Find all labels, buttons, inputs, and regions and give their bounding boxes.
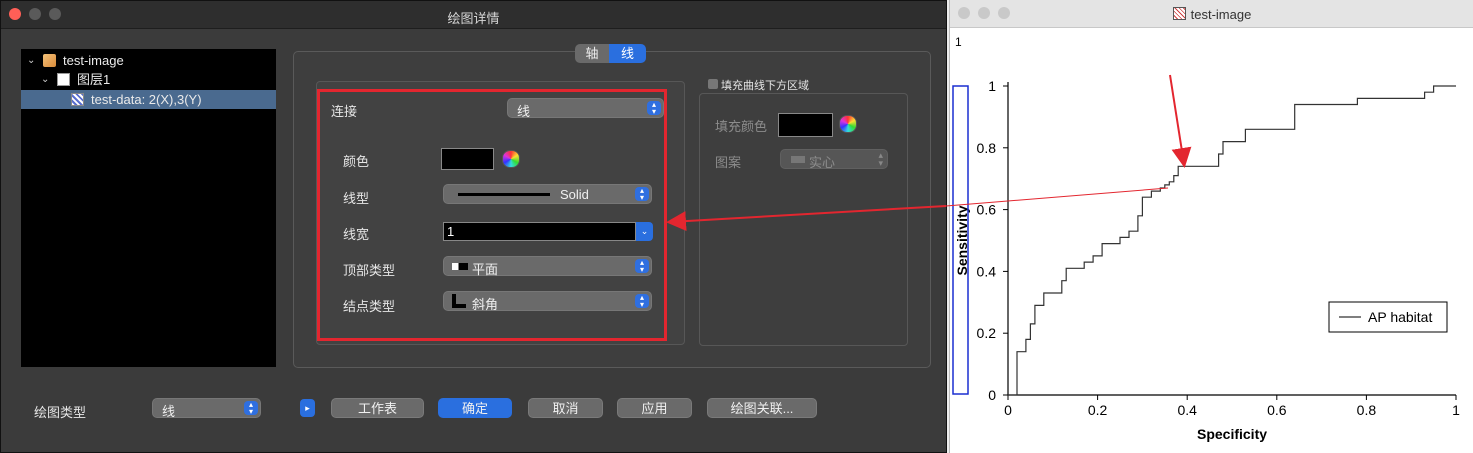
fill-color-swatch[interactable] [778, 113, 833, 137]
fill-color-label: 填充颜色 [715, 119, 768, 134]
chevron-down-icon[interactable]: ⌄ [41, 70, 49, 89]
dataset-icon [71, 93, 84, 106]
graph-window-icon [43, 54, 56, 67]
ok-button[interactable]: 确定 [438, 398, 512, 418]
tree-root-label: test-image [63, 53, 124, 68]
color-wheel-icon[interactable] [839, 115, 857, 133]
layer-tree[interactable]: ⌄ test-image ⌄ 图层1 test-data: 2(X),3(Y) [21, 49, 276, 367]
layer-number: 1 [955, 35, 962, 49]
updown-arrows-icon: ▴ ▾ [244, 401, 258, 416]
cancel-button[interactable]: 取消 [528, 398, 603, 418]
updown-arrows-icon: ▴ ▾ [878, 150, 883, 168]
collapse-toggle-button[interactable]: ▸ [300, 399, 315, 417]
graph-icon [1172, 7, 1186, 20]
tab-axis[interactable]: 轴 [575, 44, 609, 63]
fill-checkbox-label: 填充曲线下方区域 [721, 80, 809, 92]
tree-item-root[interactable]: ⌄ test-image [21, 51, 276, 70]
graph-titlebar: test-image [950, 0, 1473, 28]
tree-data-label: test-data: 2(X),3(Y) [91, 92, 202, 107]
tree-item-data[interactable]: test-data: 2(X),3(Y) [21, 90, 276, 109]
highlight-box [317, 89, 667, 341]
plot-type-label: 绘图类型 [34, 405, 87, 420]
fill-checkbox[interactable] [708, 79, 718, 89]
tree-layer-label: 图层1 [77, 72, 111, 87]
plot-type-value: 线 [162, 404, 176, 419]
pattern-value: 实心 [809, 155, 836, 170]
dialog-titlebar: 绘图详情 [1, 1, 946, 29]
plot-details-dialog: 绘图详情 ⌄ test-image ⌄ 图层1 test-data: 2(X),… [0, 0, 947, 453]
graph-title-text: test-image [1190, 7, 1252, 22]
layer-icon [57, 73, 70, 86]
plot-associate-button[interactable]: 绘图关联... [707, 398, 817, 418]
pattern-label: 图案 [715, 155, 742, 170]
pattern-swatch-icon [791, 156, 805, 163]
dialog-title: 绘图详情 [447, 11, 500, 26]
graph-window: test-image 1 [949, 0, 1473, 453]
tab-line[interactable]: 线 [609, 44, 646, 63]
tree-item-layer[interactable]: ⌄ 图层1 [21, 70, 276, 89]
plot-type-select[interactable]: 线 ▴ ▾ [152, 398, 261, 419]
worksheet-button[interactable]: 工作表 [331, 398, 424, 418]
pattern-select[interactable]: 实心 ▴ ▾ [780, 149, 888, 170]
graph-title: test-image [950, 7, 1473, 22]
chevron-down-icon[interactable]: ⌄ [27, 51, 35, 70]
apply-button[interactable]: 应用 [617, 398, 692, 418]
